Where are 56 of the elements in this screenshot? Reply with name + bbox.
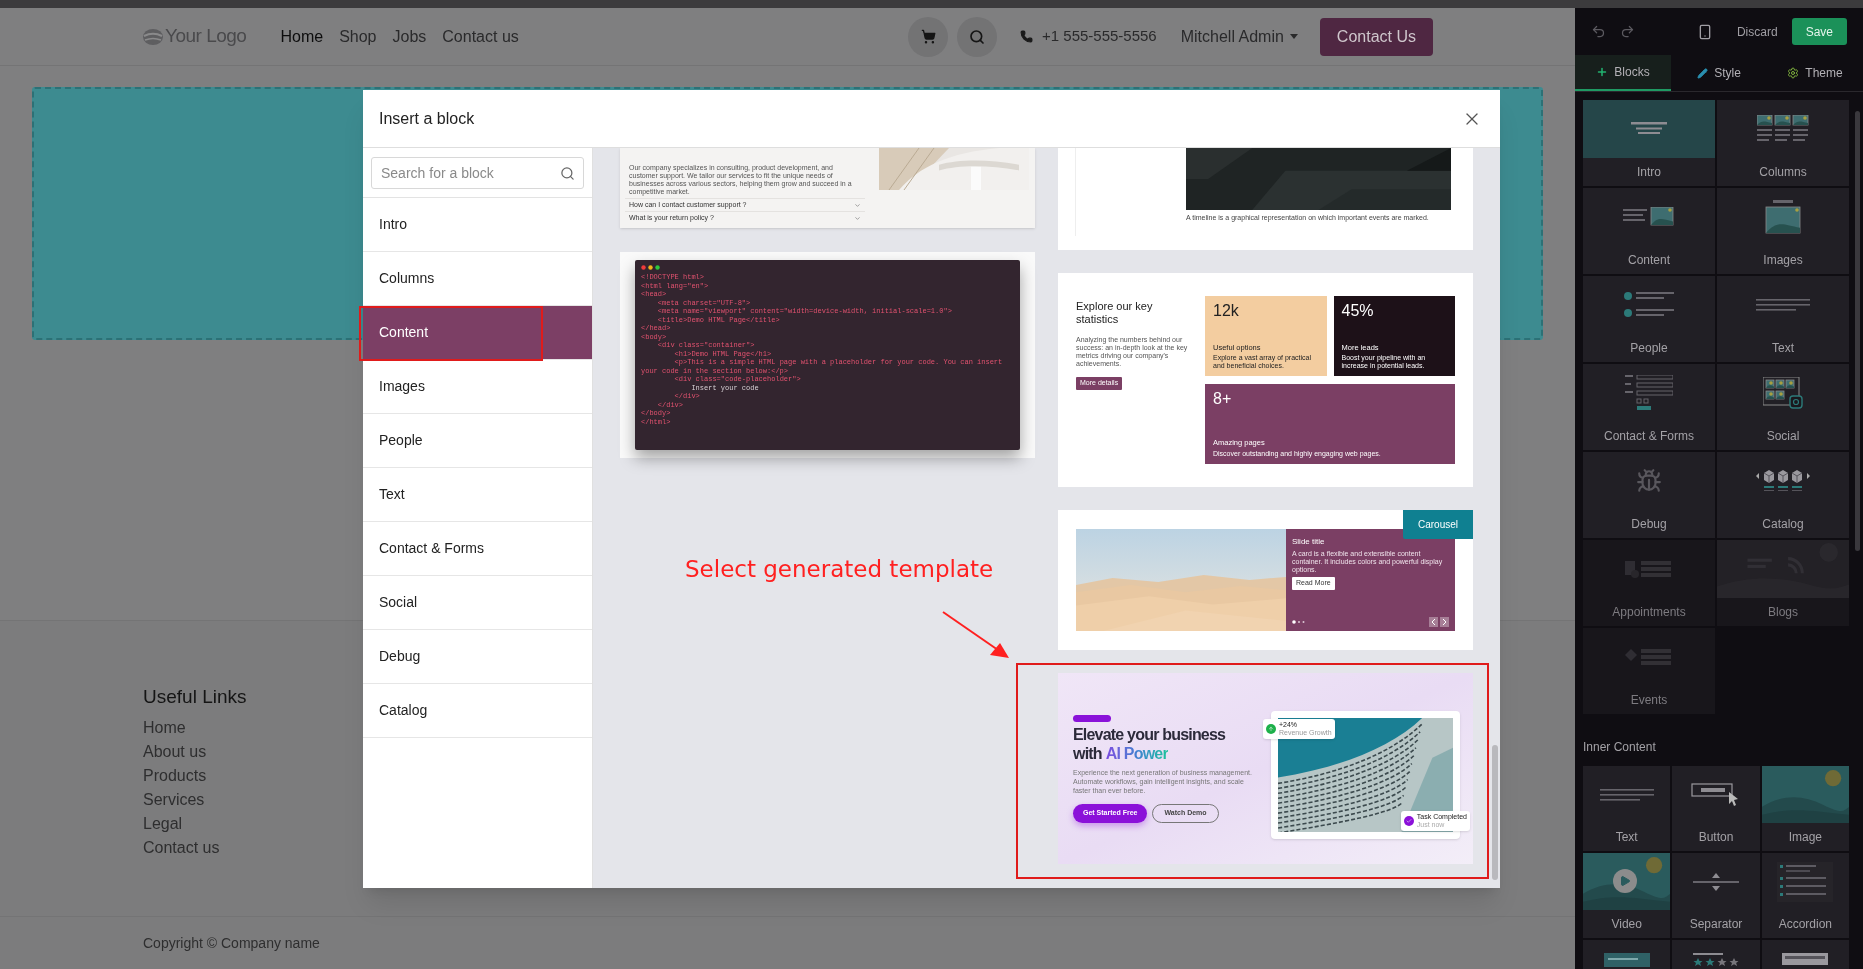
stat-value: 45% [1341, 302, 1375, 320]
discard-button[interactable]: Discard [1736, 22, 1778, 41]
footer-link[interactable]: About us [143, 739, 207, 764]
block-tile[interactable]: Video [1583, 853, 1671, 938]
category-item[interactable]: People [363, 414, 592, 468]
phone-number: +1 555-555-5556 [1042, 26, 1157, 47]
block-tile[interactable]: Catalog [1717, 452, 1849, 538]
category-item[interactable]: Catalog [363, 684, 592, 738]
annotation-text: Select generated template [685, 555, 994, 584]
hero-title: Elevate your business [1073, 724, 1227, 744]
dialog-title: Insert a block [379, 108, 475, 129]
block-tile[interactable]: Image [1761, 766, 1849, 851]
nav-link[interactable]: Contact us [442, 24, 519, 49]
category-item[interactable]: Intro [363, 198, 592, 252]
footer-link[interactable]: Products [143, 763, 207, 788]
preview-badge: Carousel [1403, 510, 1473, 539]
nav-link[interactable]: Shop [339, 24, 377, 49]
nav-link[interactable]: Home [280, 24, 324, 49]
block-tile[interactable]: Social [1717, 364, 1849, 450]
slide-title: Slide title [1292, 536, 1326, 548]
sidebar-tab[interactable]: Theme [1767, 55, 1863, 91]
category-item[interactable]: Text [363, 468, 592, 522]
block-tile[interactable]: Button [1672, 766, 1760, 851]
block-tile[interactable]: Columns [1717, 100, 1849, 186]
hero-title: with [1073, 743, 1102, 763]
copyright-text: Copyright © Company name [143, 933, 320, 953]
block-tile[interactable]: Intro [1583, 100, 1715, 186]
category-item[interactable]: Debug [363, 630, 592, 684]
footer-link[interactable]: Home [143, 715, 186, 740]
block-tile[interactable]: Accordion [1761, 853, 1849, 938]
block-tile[interactable]: Debug [1583, 452, 1715, 538]
footer-link[interactable]: Services [143, 787, 205, 812]
stats-heading: Explore our key statistics [1076, 300, 1154, 326]
block-tile[interactable]: Content [1583, 188, 1715, 274]
block-tile[interactable]: Separator [1672, 853, 1760, 938]
footer-heading: Useful Links [143, 685, 247, 709]
save-button[interactable]: Save [1791, 18, 1847, 45]
block-tile[interactable]: Text [1583, 766, 1671, 851]
block-tile[interactable]: Images [1717, 188, 1849, 274]
footer-link[interactable]: Contact us [143, 835, 220, 860]
search-field[interactable]: Search for a block [371, 156, 584, 189]
stat-value: 8+ [1213, 389, 1233, 408]
category-item[interactable]: Contact & Forms [363, 522, 592, 576]
block-tile[interactable]: Contact & Forms [1583, 364, 1715, 450]
block-tile[interactable]: People [1583, 276, 1715, 362]
user-menu[interactable]: Mitchell Admin [1180, 24, 1298, 49]
block-tile[interactable]: Text [1717, 276, 1849, 362]
category-item[interactable]: Images [363, 360, 592, 414]
nav-link[interactable]: Jobs [392, 24, 427, 49]
sidebar-tab[interactable]: Blocks [1575, 55, 1671, 91]
category-item[interactable]: Social [363, 576, 592, 630]
category-item[interactable]: Content [363, 306, 592, 360]
contact-us-button[interactable]: Contact Us [1319, 17, 1433, 56]
sidebar-tab[interactable]: Style [1671, 55, 1767, 91]
section-heading: Inner Content [1583, 739, 1657, 756]
stat-value: 12k [1213, 302, 1240, 320]
